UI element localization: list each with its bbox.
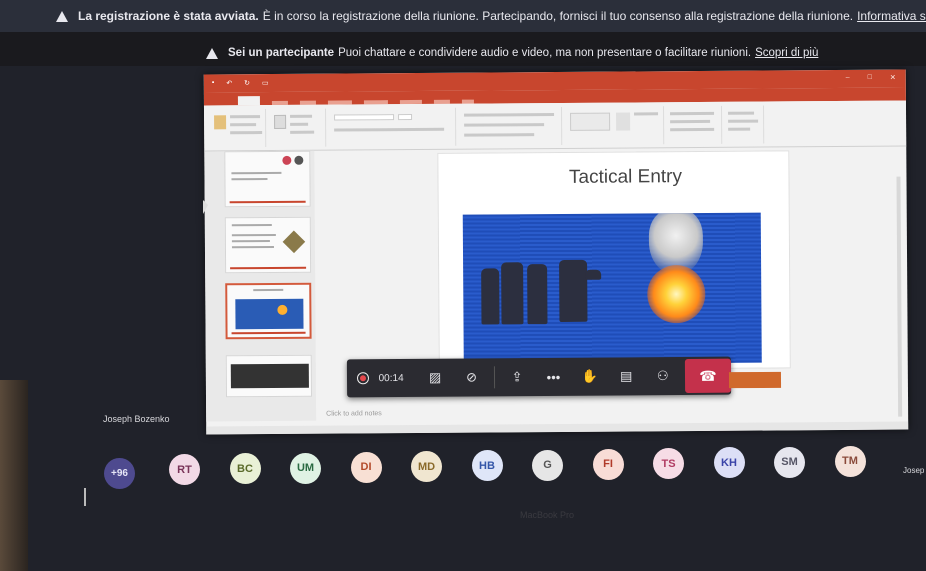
participant-avatar-bc[interactable]: BC: [229, 453, 261, 485]
participant-avatar-kh[interactable]: KH: [713, 447, 745, 479]
participant-avatar-rt[interactable]: RT: [169, 454, 200, 485]
hand-icon: ✋: [581, 368, 599, 384]
save-icon: ▪: [211, 79, 215, 87]
share-button[interactable]: ⇪: [499, 358, 536, 396]
warning-icon: [206, 47, 218, 59]
text-cursor: [84, 488, 86, 506]
participant-avatar-tm[interactable]: TM: [834, 445, 866, 477]
privacy-link[interactable]: Informativa sulla privacy: [857, 9, 926, 23]
meeting-timer: 00:14: [378, 372, 404, 384]
people-icon: ⚇: [656, 368, 669, 384]
raise-hand-button[interactable]: ✋: [572, 358, 609, 396]
share-tray-icon: ⇪: [511, 369, 523, 385]
paragraph-group: [457, 106, 563, 146]
recording-banner: La registrazione è stata avviata. È in c…: [0, 0, 926, 32]
participant-banner-title: Sei un partecipante: [228, 47, 335, 59]
format-group: [665, 105, 723, 145]
participant-avatar-ts[interactable]: TS: [653, 448, 684, 479]
participant-avatar-sm[interactable]: SM: [774, 446, 805, 478]
participant-avatar-di[interactable]: DI: [350, 451, 382, 483]
meeting-control-bar: 00:14 ▨ ⊘ ⇪ ••• ✋ ▤ ⚇ ☎: [346, 356, 732, 398]
recording-indicator-icon: [356, 372, 369, 385]
mouse-pointer-icon: [203, 200, 208, 214]
microphone-mute-button[interactable]: ⊘: [453, 358, 490, 396]
minimize-icon: –: [845, 73, 850, 81]
clipboard-group: [207, 109, 267, 148]
tactical-entry-image: [462, 212, 762, 365]
chat-button[interactable]: ▤: [608, 357, 645, 395]
start-from-beginning-icon: ▭: [262, 80, 269, 88]
undo-icon: ↶: [226, 80, 233, 88]
desk-edge: [0, 380, 28, 571]
drawing-group: [563, 106, 665, 145]
slide-title: Tactical Entry: [568, 166, 683, 188]
slide-thumbnail-1: [224, 150, 311, 208]
participant-avatar-um[interactable]: UM: [290, 452, 321, 484]
toolbar-divider: [493, 366, 495, 389]
learn-more-link[interactable]: Scopri di più: [755, 47, 818, 59]
slides-group: [267, 108, 327, 148]
ribbon: [203, 100, 907, 152]
presenter-strip: [728, 371, 782, 389]
current-slide: Tactical Entry: [437, 150, 791, 371]
participant-banner-text: Puoi chattare e condividere audio e vide…: [338, 47, 752, 59]
maximize-icon: □: [867, 73, 872, 81]
font-group: [327, 107, 457, 147]
phone-hangup-icon: ☎: [699, 367, 717, 384]
participants-button[interactable]: ⚇: [644, 357, 681, 395]
presenter-name: Joseph Bozenko: [103, 414, 170, 424]
participant-avatar-g[interactable]: G: [532, 449, 563, 481]
camera-off-icon: ▨: [428, 369, 442, 385]
camera-off-button[interactable]: ▨: [417, 359, 454, 397]
slide-scrollbar: [896, 176, 903, 417]
recording-banner-text: È in corso la registrazione della riunio…: [262, 9, 854, 23]
participant-banner: Sei un partecipante Puoi chattare e cond…: [0, 40, 926, 66]
chat-icon: ▤: [620, 368, 633, 384]
participant-avatar-hb[interactable]: HB: [471, 450, 503, 482]
participant-avatar-fi[interactable]: FI: [592, 448, 624, 480]
presenter-name-tile: Josep: [903, 466, 925, 475]
slide-thumbnail-2: [224, 216, 312, 274]
microphone-muted-icon: ⊘: [466, 369, 478, 385]
more-actions-button[interactable]: •••: [535, 358, 572, 396]
explosion-flash: [647, 264, 706, 324]
notes-placeholder: Click to add notes: [326, 410, 382, 418]
tab-home: [237, 96, 260, 106]
laptop-brand: MacBook Pro: [520, 510, 575, 520]
hang-up-button[interactable]: ☎: [684, 358, 732, 393]
more-icon: •••: [546, 369, 561, 385]
warning-icon: [56, 10, 68, 22]
recording-banner-title: La registrazione è stata avviata.: [78, 9, 259, 23]
slide-thumbnails: [204, 150, 317, 422]
redo-icon: ↻: [244, 80, 251, 88]
editing-group: [723, 105, 765, 144]
close-icon: ✕: [889, 74, 896, 82]
slide-thumbnail-4: [225, 354, 313, 398]
slide-thumbnail-3: [225, 282, 312, 340]
more-participants-avatar[interactable]: +96: [104, 458, 135, 489]
participant-avatar-md[interactable]: MD: [411, 451, 442, 482]
